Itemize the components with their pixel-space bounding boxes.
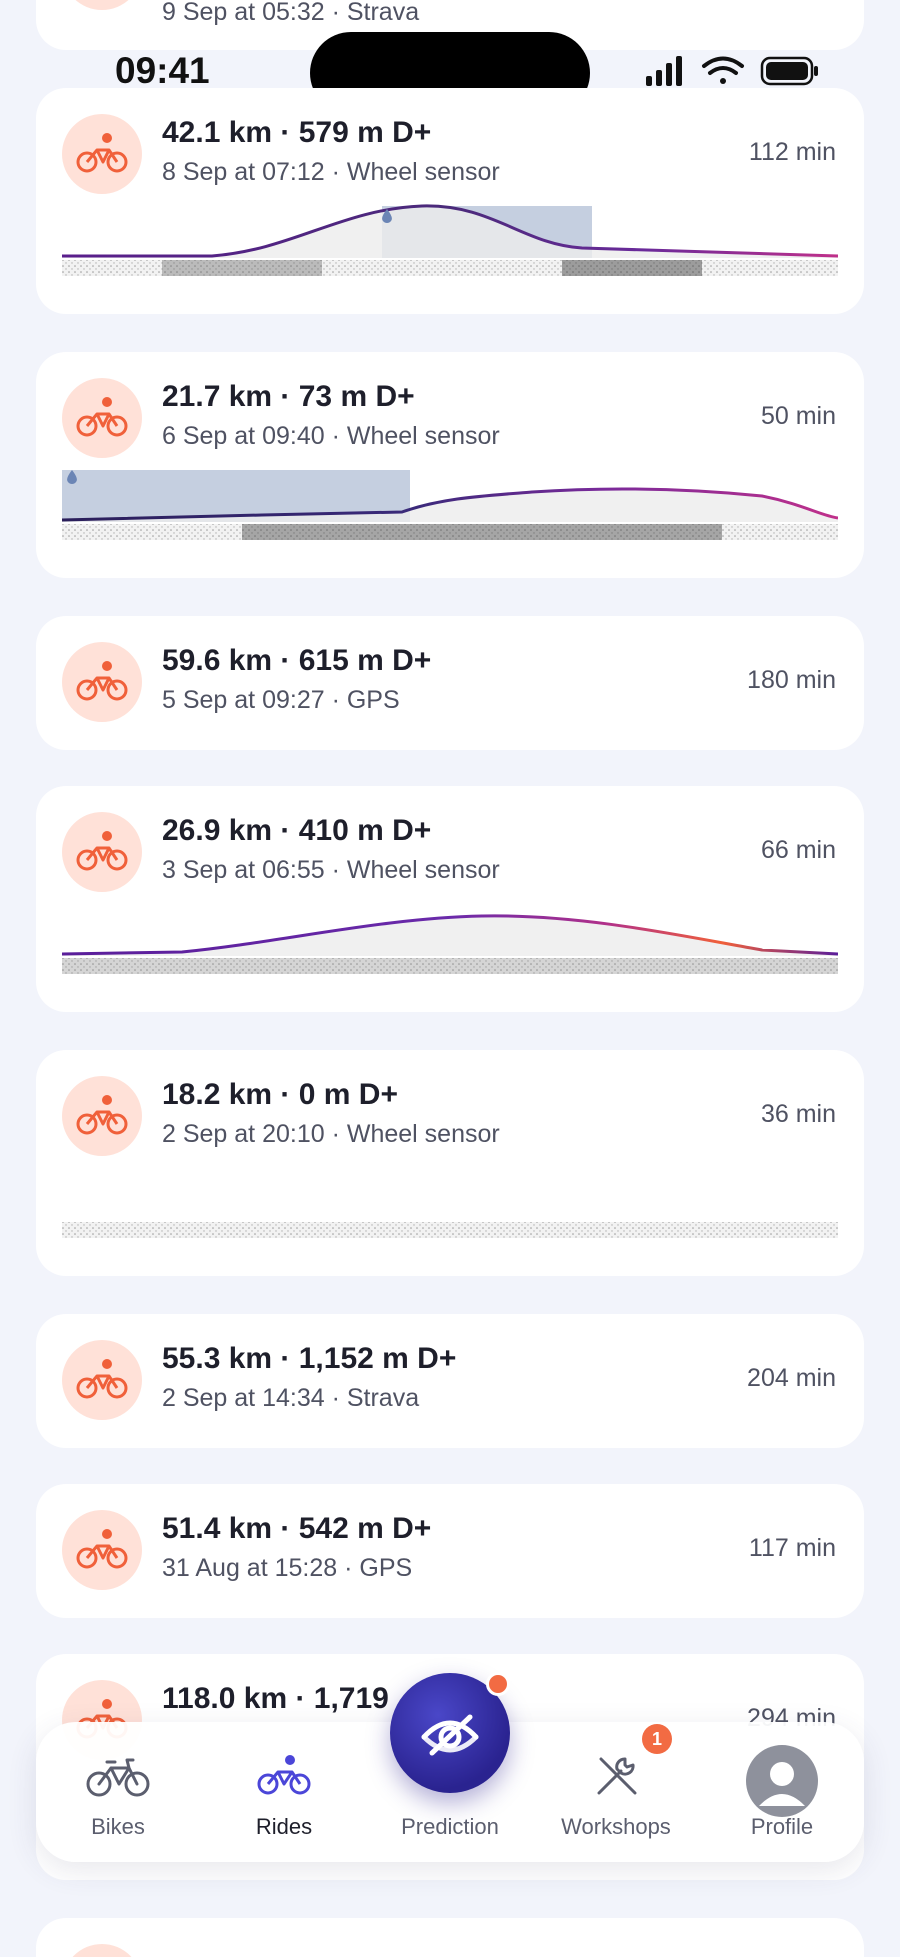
ride-card[interactable]: 51.4 km · 542 m D+ 31 Aug at 15:28 · GPS… bbox=[36, 1484, 864, 1618]
elevation-profile bbox=[62, 470, 838, 540]
bicycle-icon bbox=[86, 1758, 150, 1797]
ride-card[interactable]: 26.9 km · 410 m D+ 3 Sep at 06:55 · Whee… bbox=[36, 786, 864, 1012]
ride-icon bbox=[62, 0, 142, 10]
signal-icon bbox=[646, 56, 682, 86]
ride-icon bbox=[62, 1944, 142, 1957]
ride-subtitle: 6 Sep at 09:40 · Wheel sensor bbox=[162, 422, 500, 450]
ride-duration: 180 min bbox=[747, 666, 836, 694]
bicycle-rider-icon bbox=[76, 1529, 128, 1569]
ride-title: 21.7 km · 73 m D+ bbox=[162, 380, 415, 413]
prediction-notification-dot bbox=[486, 1672, 510, 1696]
ride-icon bbox=[62, 114, 142, 194]
ride-title: 26.9 km · 410 m D+ bbox=[162, 814, 432, 847]
ride-subtitle: 3 Sep at 06:55 · Wheel sensor bbox=[162, 856, 500, 884]
ride-duration: 204 min bbox=[747, 1364, 836, 1392]
tools-icon bbox=[597, 1757, 637, 1795]
bicycle-rider-icon bbox=[76, 1095, 128, 1135]
tab-workshops-label: Workshops bbox=[561, 1814, 671, 1839]
ride-duration: 36 min bbox=[760, 1100, 836, 1128]
wifi-icon bbox=[702, 56, 744, 84]
ride-subtitle: 31 Aug at 15:28 · GPS bbox=[162, 1554, 413, 1582]
avatar-icon bbox=[746, 1745, 818, 1817]
tab-rides-label: Rides bbox=[255, 1814, 313, 1839]
bicycle-rider-icon bbox=[76, 1359, 128, 1399]
ride-duration: 112 min bbox=[748, 138, 836, 166]
ride-subtitle: 8 Sep at 07:12 · Wheel sensor bbox=[162, 158, 500, 186]
ride-title: 18.2 km · 0 m D+ bbox=[162, 1078, 398, 1111]
ride-title: 42.1 km · 579 m D+ bbox=[162, 116, 432, 149]
ride-subtitle: 9 Sep at 05:32 · Strava bbox=[162, 0, 420, 26]
ride-subtitle: 5 Sep at 09:27 · GPS bbox=[162, 686, 400, 714]
tab-prediction-label: Prediction bbox=[401, 1814, 499, 1839]
cyclist-icon bbox=[257, 1755, 311, 1795]
ride-card-partial-bottom[interactable] bbox=[36, 1918, 864, 1957]
tab-profile-label: Profile bbox=[750, 1814, 814, 1839]
ride-title: 51.4 km · 542 m D+ bbox=[162, 1512, 432, 1545]
ride-card[interactable]: 18.2 km · 0 m D+ 2 Sep at 20:10 · Wheel … bbox=[36, 1050, 864, 1276]
ride-duration: 66 min bbox=[760, 836, 836, 864]
ride-duration: 117 min bbox=[748, 1534, 836, 1562]
ride-icon bbox=[62, 1076, 142, 1156]
tab-bikes[interactable]: Bikes bbox=[38, 1722, 198, 1862]
ride-icon bbox=[62, 812, 142, 892]
prediction-icon bbox=[421, 1714, 479, 1756]
ride-title: 59.6 km · 615 m D+ bbox=[162, 644, 432, 677]
tab-profile[interactable]: Profile bbox=[702, 1722, 862, 1862]
status-icons bbox=[646, 56, 818, 86]
elevation-profile bbox=[62, 204, 838, 276]
elevation-profile bbox=[62, 1216, 838, 1238]
ride-subtitle: 2 Sep at 14:34 · Strava bbox=[162, 1384, 420, 1412]
ride-icon bbox=[62, 1340, 142, 1420]
workshops-badge: 1 bbox=[642, 1724, 672, 1754]
status-time: 09:41 bbox=[115, 50, 210, 91]
battery-icon bbox=[760, 56, 818, 86]
ride-title: 118.0 km · 1,719 bbox=[162, 1682, 389, 1715]
ride-title: 55.3 km · 1,152 m D+ bbox=[162, 1342, 457, 1375]
ride-icon bbox=[62, 642, 142, 722]
ride-subtitle: 2 Sep at 20:10 · Wheel sensor bbox=[162, 1120, 500, 1148]
bicycle-rider-icon bbox=[76, 661, 128, 701]
tab-bikes-label: Bikes bbox=[91, 1814, 145, 1839]
bicycle-rider-icon bbox=[76, 397, 128, 437]
ride-card[interactable]: 21.7 km · 73 m D+ 6 Sep at 09:40 · Wheel… bbox=[36, 352, 864, 578]
tab-workshops[interactable]: Workshops bbox=[536, 1722, 696, 1862]
ride-duration: 50 min bbox=[760, 402, 836, 430]
tab-rides[interactable]: Rides bbox=[204, 1722, 364, 1862]
bicycle-rider-icon bbox=[76, 133, 128, 173]
bicycle-rider-icon bbox=[76, 831, 128, 871]
ride-icon bbox=[62, 1510, 142, 1590]
ride-card[interactable]: 55.3 km · 1,152 m D+ 2 Sep at 14:34 · St… bbox=[36, 1314, 864, 1448]
ride-card[interactable]: 42.1 km · 579 m D+ 8 Sep at 07:12 · Whee… bbox=[36, 88, 864, 314]
elevation-profile bbox=[62, 914, 838, 974]
ride-card[interactable]: 59.6 km · 615 m D+ 5 Sep at 09:27 · GPS … bbox=[36, 616, 864, 750]
ride-icon bbox=[62, 378, 142, 458]
